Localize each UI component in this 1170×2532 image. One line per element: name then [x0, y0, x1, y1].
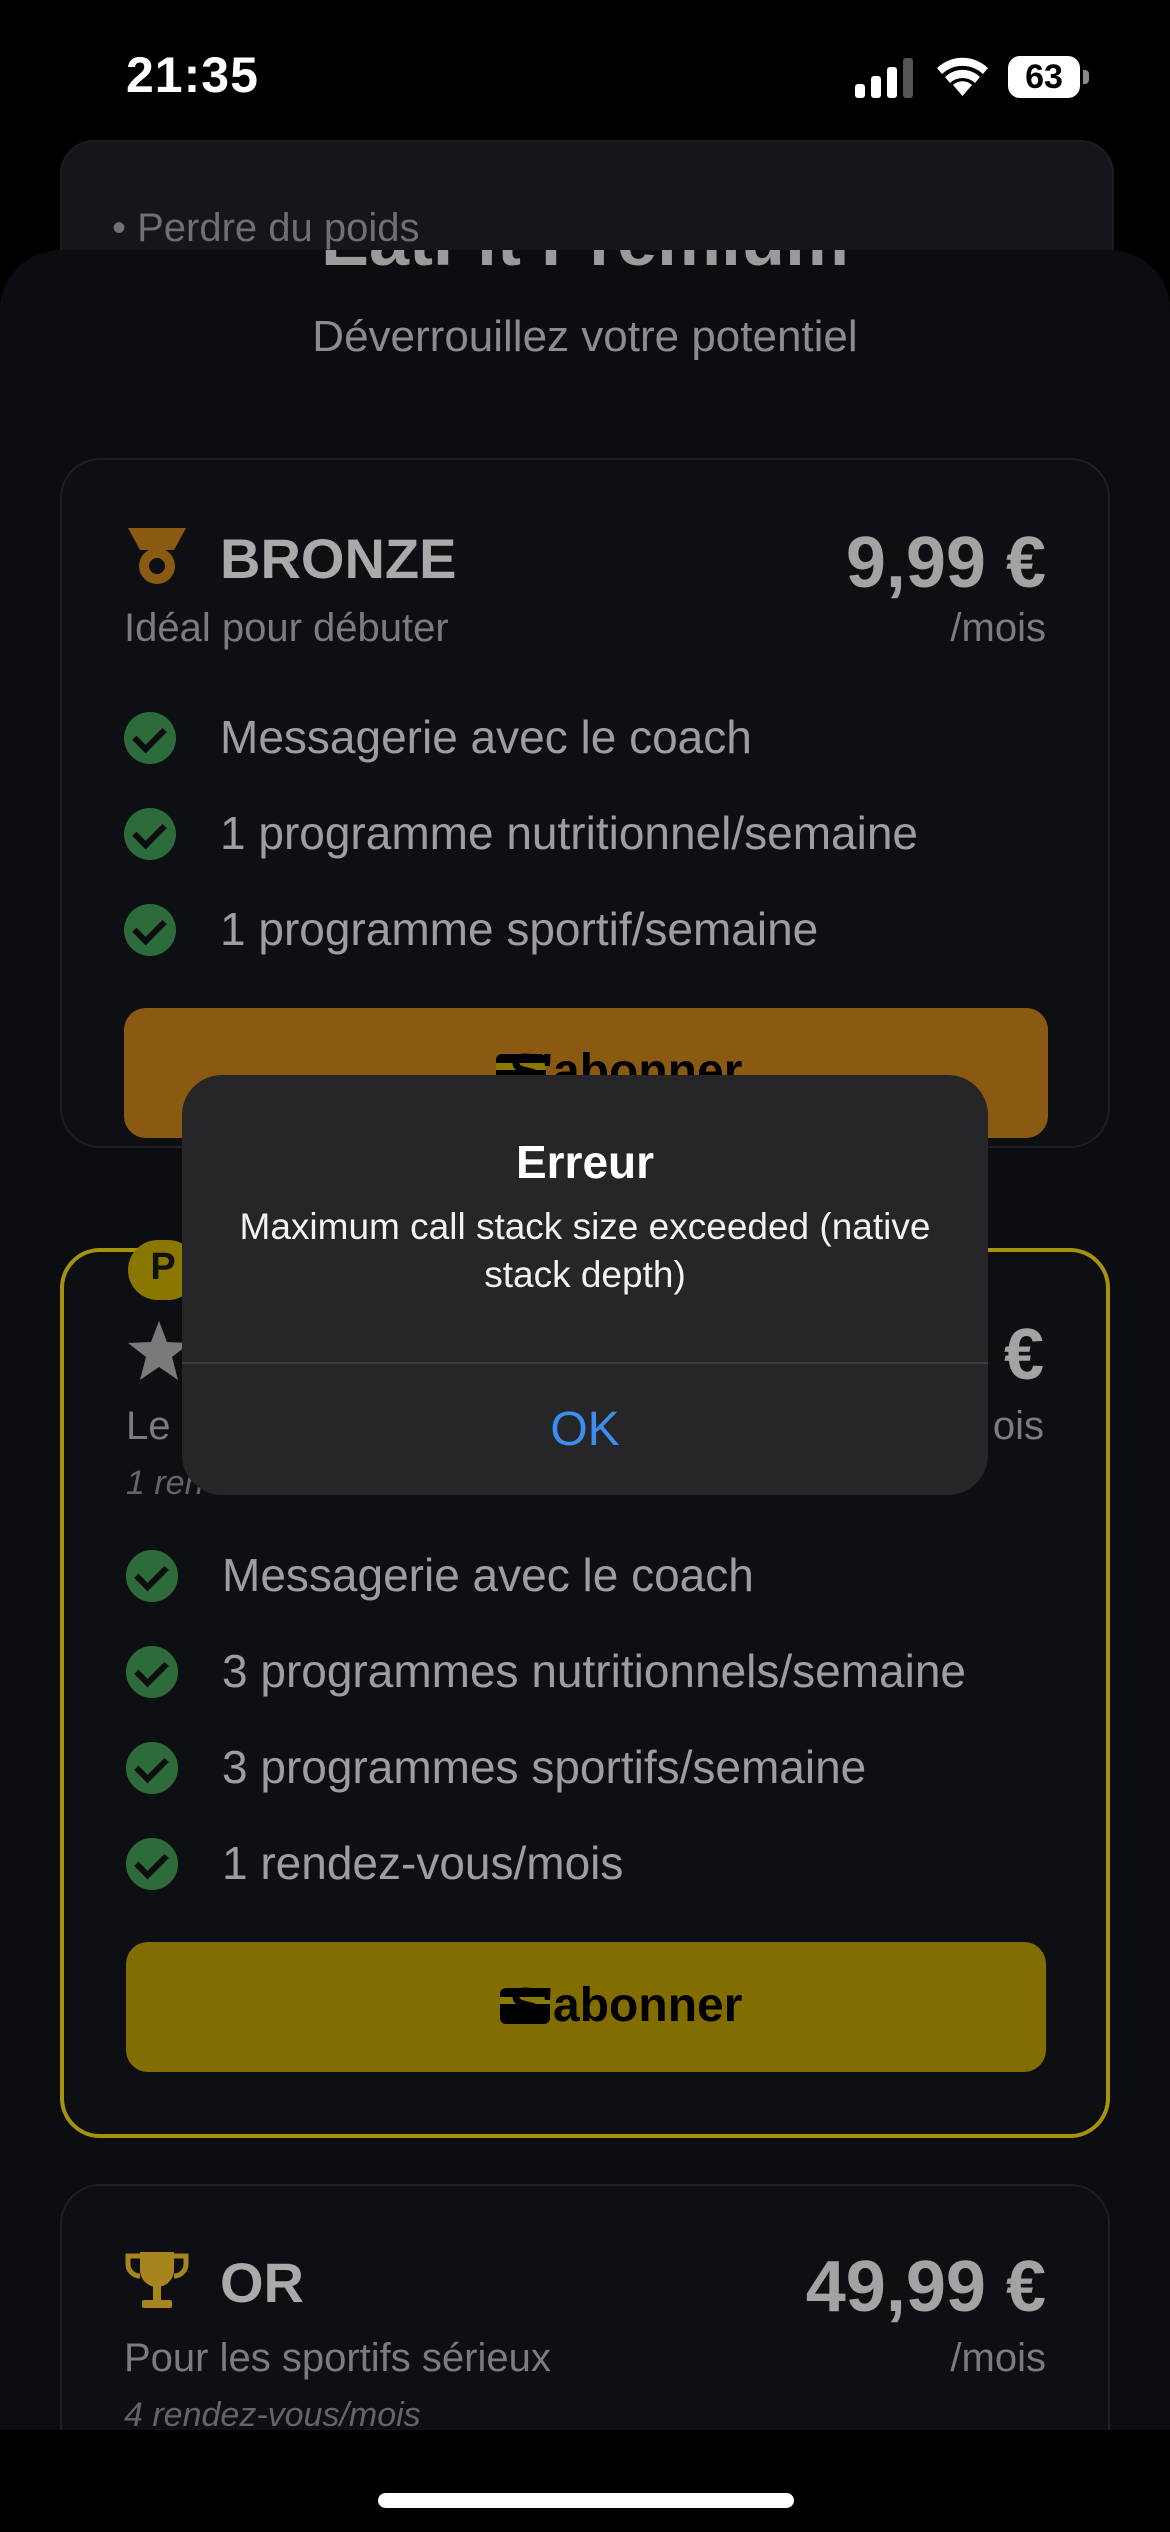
check-icon: [126, 1550, 178, 1602]
trophy-icon: [125, 2252, 189, 2308]
plan-card-or: OR Pour les sportifs sérieux 4 rendez-vo…: [60, 2184, 1110, 2432]
plan-price: 49,99 €: [805, 2247, 1046, 2327]
status-bar: 21:35 63: [0, 0, 1170, 150]
plan-name: OR: [220, 2251, 304, 2314]
plan-period: ois: [992, 1404, 1044, 1448]
alert-title: Erreur: [515, 1136, 655, 1188]
plan-price: 9,99 €: [845, 523, 1046, 603]
check-icon: [124, 712, 176, 764]
plan-period: /mois: [950, 606, 1046, 650]
battery-icon: 63: [1008, 56, 1089, 98]
feature-text: 1 rendez-vous/mois: [222, 1837, 624, 1889]
alert-message: Maximum call stack size exceeded (native…: [239, 1206, 931, 1295]
plan-description: Le: [126, 1404, 171, 1448]
feature-text: Messagerie avec le coach: [222, 1549, 754, 1601]
clock: 21:35: [126, 47, 259, 103]
check-icon: [126, 1646, 178, 1698]
plan-card-bronze: BRONZE Idéal pour débuter 9,99 € /mois M…: [60, 458, 1110, 1148]
cellular-signal-icon: [855, 58, 913, 98]
feature-text: 1 programme sportif/semaine: [220, 903, 819, 955]
feature-item: 1 programme nutritionnel/semaine: [124, 806, 1074, 866]
check-icon: [126, 1838, 178, 1890]
subscribe-label: S'abonner: [509, 1979, 743, 2032]
feature-item: 1 rendez-vous/mois: [126, 1836, 1076, 1896]
subscribe-button-featured[interactable]: S'abonner: [126, 1942, 1046, 2072]
feature-item: 3 programmes nutritionnels/semaine: [126, 1644, 1076, 1704]
feature-item: 1 programme sportif/semaine: [124, 902, 1074, 962]
plan-description: Idéal pour débuter: [124, 606, 449, 650]
check-icon: [126, 1742, 178, 1794]
background-card-item: • Perdre du poids: [112, 206, 420, 250]
feature-text: 3 programmes nutritionnels/semaine: [222, 1645, 967, 1697]
sheet-subtitle: Déverrouillez votre potentiel: [312, 312, 858, 361]
plan-period: /mois: [950, 2336, 1046, 2380]
plan-price: €: [1003, 1315, 1044, 1395]
feature-item: Messagerie avec le coach: [126, 1548, 1076, 1608]
error-alert: Erreur Maximum call stack size exceeded …: [182, 1075, 988, 1495]
feature-text: Messagerie avec le coach: [220, 711, 752, 763]
medal-icon: [128, 528, 186, 584]
plan-note: 4 rendez-vous/mois: [124, 2396, 421, 2432]
plan-description: Pour les sportifs sérieux: [124, 2336, 551, 2380]
home-indicator[interactable]: [378, 2493, 794, 2508]
check-icon: [124, 904, 176, 956]
wifi-icon: [937, 57, 988, 96]
battery-level: 63: [1025, 58, 1063, 96]
feature-item: 3 programmes sportifs/semaine: [126, 1740, 1076, 1800]
sheet-title: EatFit Premium: [0, 250, 1170, 282]
alert-ok-button[interactable]: OK: [182, 1364, 988, 1495]
feature-text: 3 programmes sportifs/semaine: [222, 1741, 867, 1793]
home-bar-area: [0, 2430, 1170, 2532]
feature-item: Messagerie avec le coach: [124, 710, 1074, 770]
check-icon: [124, 808, 176, 860]
feature-text: 1 programme nutritionnel/semaine: [220, 807, 919, 859]
plan-name: BRONZE: [220, 527, 457, 590]
